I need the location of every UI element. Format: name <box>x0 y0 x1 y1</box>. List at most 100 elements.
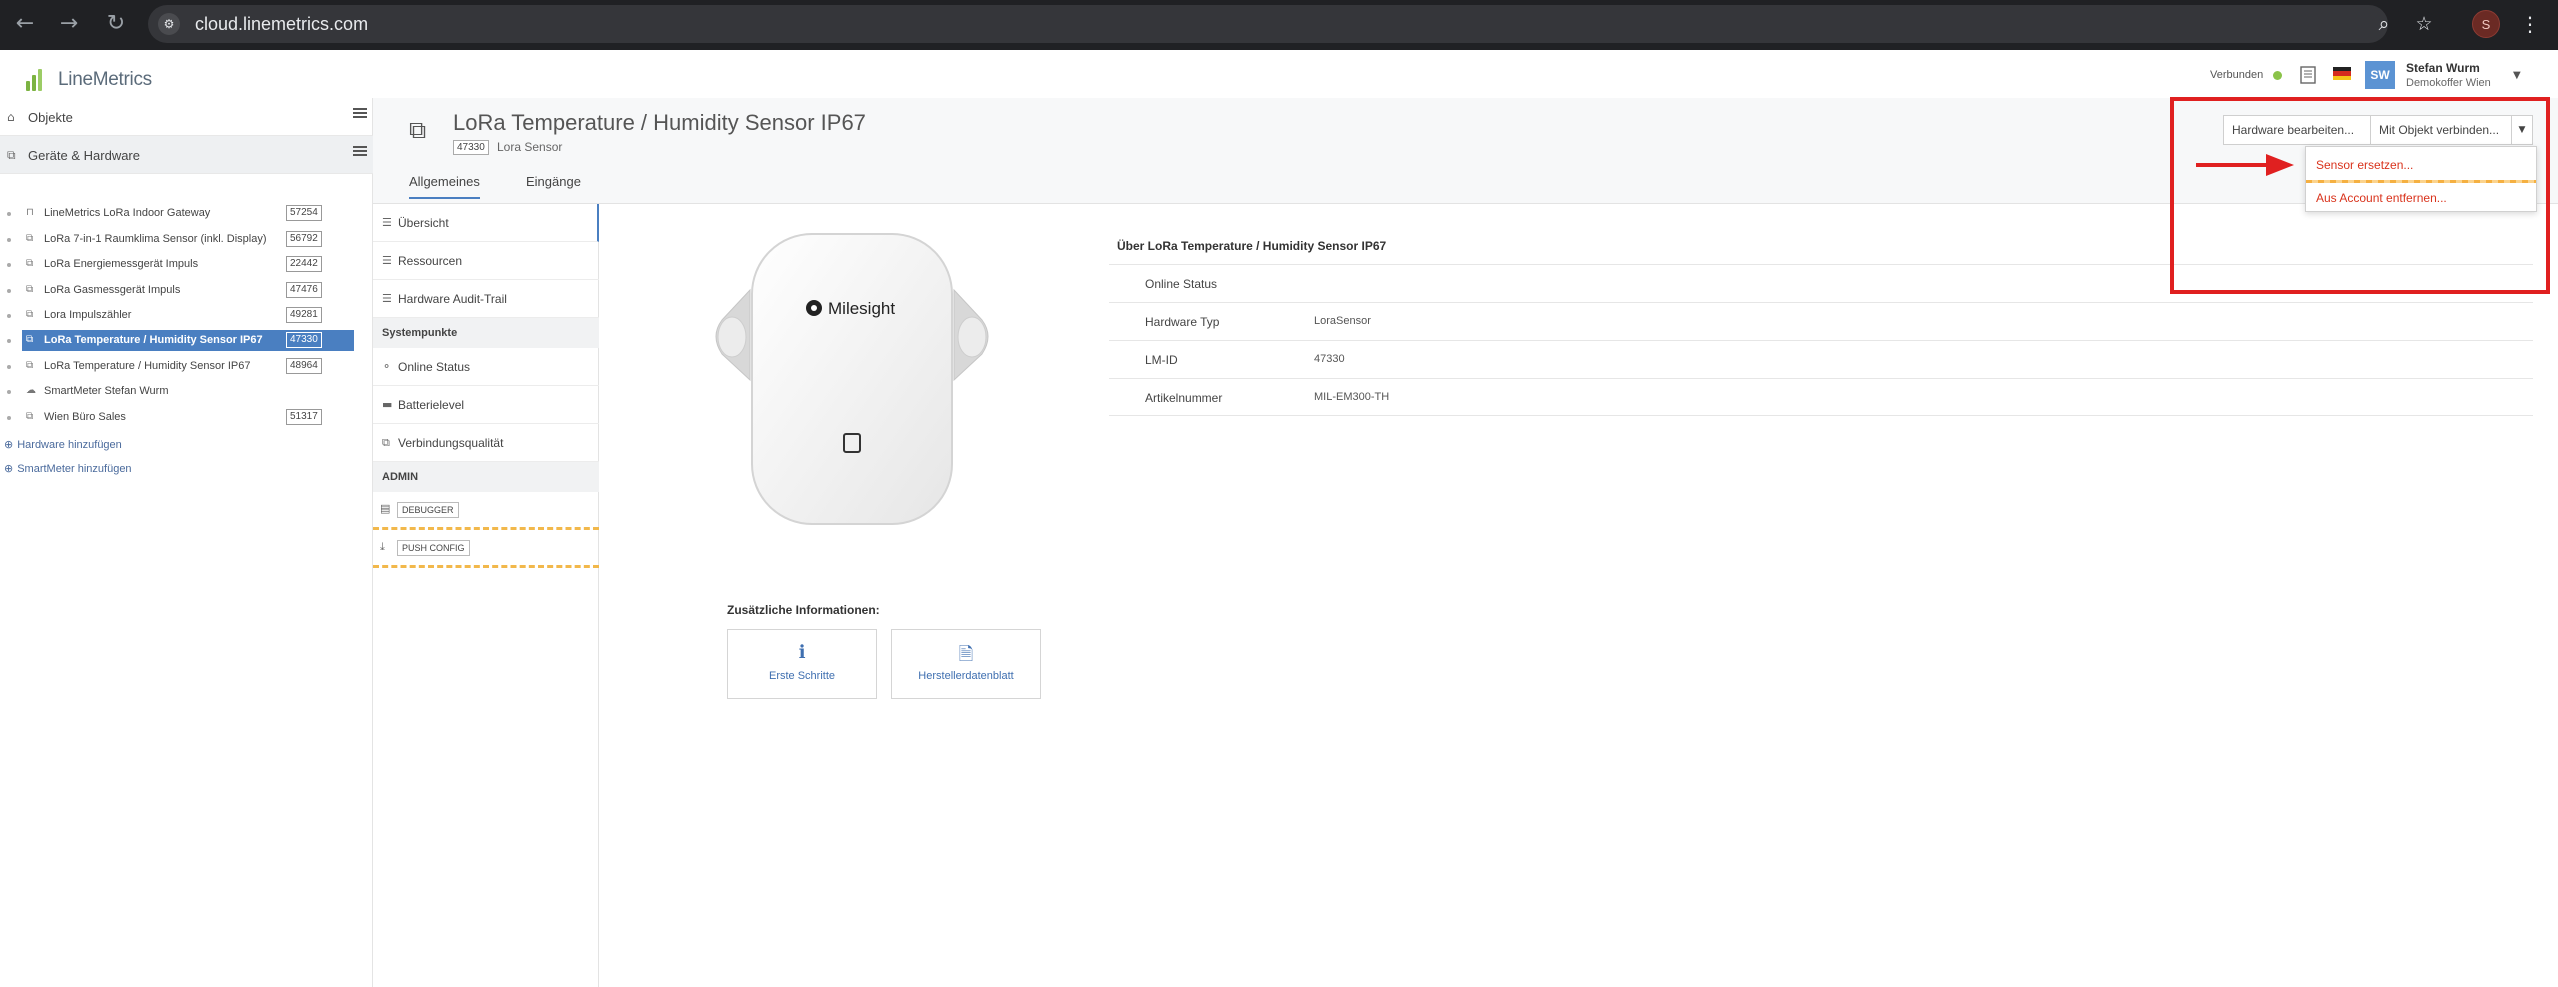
list-icon: ☰ <box>382 254 392 267</box>
bookmark-star-icon[interactable]: ☆ <box>2411 11 2437 37</box>
subnav-overview[interactable]: ☰ Übersicht <box>373 204 599 242</box>
gateway-icon: ⊓ <box>26 207 34 218</box>
help-book-icon[interactable] <box>2298 65 2318 85</box>
hamburger-menu-icon[interactable] <box>353 146 367 160</box>
tree-item-label: LoRa Temperature / Humidity Sensor IP67 <box>44 334 263 346</box>
tree-item-label: LoRa Temperature / Humidity Sensor IP67 <box>44 360 251 372</box>
sensor-icon: ⧉ <box>409 116 427 144</box>
list-icon: ☰ <box>382 292 392 305</box>
add-smartmeter-label: SmartMeter hinzufügen <box>17 463 132 475</box>
sensor-icon: ⧉ <box>26 360 34 371</box>
bullet <box>7 314 11 318</box>
forward-icon[interactable]: → <box>54 9 84 39</box>
info-key: Hardware Typ <box>1145 315 1220 329</box>
tree-item[interactable]: ⊓ LineMetrics LoRa Indoor Gateway 57254 <box>0 203 373 225</box>
tree-item[interactable]: ⧉ LoRa Temperature / Humidity Sensor IP6… <box>0 356 373 378</box>
sidebar-section-hardware[interactable]: ⧉ Geräte & Hardware <box>0 136 373 174</box>
sensor-icon: ⧉ <box>26 309 34 320</box>
logo-text: LineMetrics <box>58 69 152 90</box>
bullet <box>7 365 11 369</box>
cloud-icon: ☁ <box>26 385 36 396</box>
plus-circle-icon: ⊕ <box>4 462 14 475</box>
sensor-icon: ⧉ <box>26 411 34 422</box>
bullet <box>7 289 11 293</box>
info-value: MIL-EM300-TH <box>1314 391 1390 403</box>
bullet <box>7 263 11 267</box>
hamburger-menu-icon[interactable] <box>353 108 367 122</box>
sidebar-section-objects[interactable]: ⌂ Objekte <box>0 98 373 136</box>
add-hardware-link[interactable]: ⊕ Hardware hinzufügen <box>4 438 122 451</box>
subnav-label: Verbindungsqualität <box>398 436 504 450</box>
section-label: Systempunkte <box>382 327 458 339</box>
reload-icon[interactable]: ↻ <box>101 9 131 39</box>
subnav-connection-quality[interactable]: ⧉ Verbindungsqualität <box>373 424 599 462</box>
getting-started-card[interactable]: ℹ Erste Schritte <box>727 629 877 699</box>
objects-icon: ⌂ <box>7 110 15 124</box>
page-subtitle: Lora Sensor <box>497 140 563 154</box>
tree-item-label: Lora Impulszähler <box>44 309 132 321</box>
bullet <box>7 212 11 216</box>
download-icon: ⤓ <box>380 540 385 553</box>
tree-item-selected[interactable]: ⧉ LoRa Temperature / Humidity Sensor IP6… <box>0 330 373 352</box>
german-flag-icon[interactable] <box>2333 67 2351 80</box>
url-text: cloud.linemetrics.com <box>195 14 369 34</box>
sidebar-section-label: Objekte <box>28 110 73 125</box>
bullet <box>7 390 11 394</box>
annotation-arrow-icon <box>2196 154 2294 176</box>
tree-item[interactable]: ☁ SmartMeter Stefan Wurm <box>0 381 373 403</box>
app-header: LineMetrics Verbunden SW Stefan Wurm Dem… <box>0 50 2558 98</box>
tree-item[interactable]: ⧉ LoRa Energiemessgerät Impuls 22442 <box>0 254 373 276</box>
id-badge: 49281 <box>286 307 322 323</box>
signal-icon: ⚬ <box>382 360 392 373</box>
tree-item[interactable]: ⧉ Lora Impulszähler 49281 <box>0 305 373 327</box>
tree-item-label: LoRa 7-in-1 Raumklima Sensor (inkl. Disp… <box>44 233 267 245</box>
info-key: Online Status <box>1145 277 1218 291</box>
tree-item-label: LoRa Gasmessgerät Impuls <box>44 284 181 296</box>
detail-subnav: ☰ Übersicht ☰ Ressourcen ☰ Hardware Audi… <box>373 204 599 987</box>
info-value: LoraSensor <box>1314 315 1371 327</box>
bullet <box>7 339 11 343</box>
sidebar-section-label: Geräte & Hardware <box>28 148 140 163</box>
user-name[interactable]: Stefan Wurm <box>2406 61 2480 75</box>
user-avatar[interactable]: SW <box>2365 61 2395 89</box>
add-smartmeter-link[interactable]: ⊕ SmartMeter hinzufügen <box>4 462 132 475</box>
bullet <box>7 238 11 242</box>
subnav-label: Übersicht <box>398 216 449 230</box>
browser-profile-avatar[interactable]: S <box>2472 10 2500 38</box>
subnav-audit-trail[interactable]: ☰ Hardware Audit-Trail <box>373 280 599 318</box>
card-label: Herstellerdatenblatt <box>918 670 1014 682</box>
info-icon: ℹ <box>798 642 806 663</box>
datasheet-card[interactable]: 🗎 Herstellerdatenblatt <box>891 629 1041 699</box>
sensor-icon: ⧉ <box>26 334 34 345</box>
site-info-icon[interactable]: ⚙ <box>158 13 180 35</box>
sensor-icon: ⧉ <box>26 258 34 269</box>
connection-status-dot <box>2273 71 2282 80</box>
subnav-debugger[interactable]: ▤ DEBUGGER <box>373 492 599 530</box>
browser-menu-icon[interactable]: ⋮ <box>2518 10 2542 38</box>
calendar-icon: ▤ <box>380 502 391 515</box>
tab-inputs[interactable]: Eingänge <box>526 174 581 197</box>
address-bar[interactable]: ⚙ cloud.linemetrics.com ⌕ ☆ <box>148 5 2433 43</box>
subnav-online-status[interactable]: ⚬ Online Status <box>373 348 599 386</box>
subnav-label: Hardware Audit-Trail <box>398 292 507 306</box>
tree-item-label: SmartMeter Stefan Wurm <box>44 385 169 397</box>
push-config-chip: PUSH CONFIG <box>397 540 470 556</box>
tree-item[interactable]: ⧉ LoRa Gasmessgerät Impuls 47476 <box>0 280 373 302</box>
page-title: LoRa Temperature / Humidity Sensor IP67 <box>453 110 866 135</box>
device-id-badge: 47330 <box>453 140 489 155</box>
back-icon[interactable]: ← <box>10 9 40 39</box>
subnav-resources[interactable]: ☰ Ressourcen <box>373 242 599 280</box>
subnav-label: Ressourcen <box>398 254 463 268</box>
chevron-down-icon[interactable]: ▼ <box>2513 70 2521 81</box>
subnav-push-config[interactable]: ⤓ PUSH CONFIG <box>373 530 599 568</box>
info-value: 47330 <box>1314 353 1345 365</box>
tree-item[interactable]: ⧉ LoRa 7-in-1 Raumklima Sensor (inkl. Di… <box>0 229 373 251</box>
tree-item[interactable]: ⧉ Wien Büro Sales 51317 <box>0 407 373 429</box>
zoom-icon[interactable]: ⌕ <box>2371 11 2397 37</box>
tab-general[interactable]: Allgemeines <box>409 174 480 199</box>
id-badge: 47476 <box>286 282 322 298</box>
sensor-icon: ⧉ <box>382 436 390 449</box>
subnav-battery[interactable]: ▬ Batterielevel <box>373 386 599 424</box>
sensor-icon: ⧉ <box>26 233 34 244</box>
plus-circle-icon: ⊕ <box>4 438 14 451</box>
